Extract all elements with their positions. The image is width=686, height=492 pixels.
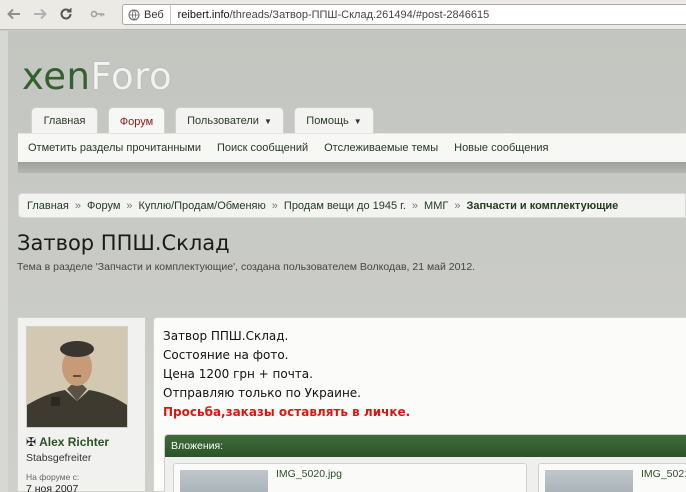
user-title: Stabsgefreiter [26, 452, 92, 464]
attachment-thumbnail[interactable] [180, 470, 268, 492]
tab-label: Пользователи [187, 115, 259, 127]
breadcrumb-separator: » [454, 199, 461, 212]
tab-help[interactable]: Помощь ▼ [294, 107, 374, 134]
url-text[interactable]: reibert.info/threads/Затвор-ППШ-Склад.26… [171, 9, 490, 21]
browser-toolbar: Веб reibert.info/threads/Затвор-ППШ-Скла… [0, 0, 686, 30]
username[interactable]: ✠ Alex Richter [26, 435, 109, 449]
url-path: /threads/Затвор-ППШ-Склад.261494/#post-2… [229, 8, 490, 21]
site-chip-label: Веб [144, 8, 164, 21]
tab-users[interactable]: Пользователи ▼ [175, 107, 284, 134]
key-button[interactable] [86, 5, 110, 23]
breadcrumb-item[interactable]: Форум [87, 200, 120, 212]
reload-icon [60, 8, 72, 20]
chevron-down-icon: ▼ [263, 116, 272, 126]
message-line: Отправляю только по Украине. [163, 386, 361, 400]
attachments-block: Вложения: IMG_5020.jpg IMG_5021 [164, 434, 686, 492]
subnav-new-posts[interactable]: Новые сообщения [454, 142, 548, 154]
join-date-label: На форуме с: [26, 472, 80, 482]
tab-label: Главная [43, 115, 86, 127]
tab-forum[interactable]: Форум [108, 107, 165, 136]
join-date: 7 ноя 2007 [26, 483, 79, 492]
message-line: Состояние на фото. [163, 348, 289, 362]
breadcrumb-item[interactable]: Главная [27, 200, 69, 212]
message-text: Затвор ППШ.Склад. Состояние на фото. Цен… [163, 327, 410, 422]
tab-label: Помощь [306, 115, 349, 127]
breadcrumb-separator: » [126, 199, 133, 212]
attachments-header: Вложения: [165, 435, 686, 457]
breadcrumb-item[interactable]: Продам вещи до 1945 г. [284, 200, 406, 212]
username-text: Alex Richter [39, 435, 110, 449]
breadcrumb-item[interactable]: ММГ [424, 200, 448, 212]
breadcrumb: Главная » Форум » Куплю/Продам/Обменяю » Пр… [18, 193, 686, 218]
attachment-filename[interactable]: IMG_5020.jpg [276, 468, 342, 480]
attachment-item[interactable]: IMG_5021 [538, 463, 686, 492]
message-highlight: Просьба,заказы оставлять в личке. [163, 405, 411, 419]
arrow-right-icon [34, 8, 47, 20]
subnav-watched-threads[interactable]: Отслеживаемые темы [324, 142, 438, 154]
site-logo[interactable]: xenForo [22, 55, 172, 98]
chevron-down-icon: ▼ [353, 116, 362, 126]
logo-part-foro: Foro [90, 55, 173, 98]
page-left-edge [0, 31, 8, 492]
iron-cross-icon: ✠ [26, 435, 37, 449]
message-line: Цена 1200 грн + почта. [163, 367, 313, 381]
breadcrumb-separator: » [74, 199, 81, 212]
reload-button[interactable] [56, 5, 76, 23]
avatar-photo [27, 327, 127, 427]
attachment-thumbnail[interactable] [545, 470, 633, 492]
attachment-filename[interactable]: IMG_5021 [641, 468, 686, 480]
message-user-info: ✠ Alex Richter Stabsgefreiter На форуме с… [17, 317, 145, 492]
tab-label: Форум [119, 116, 154, 128]
tab-home[interactable]: Главная [31, 107, 98, 134]
subnav-search-posts[interactable]: Поиск сообщений [217, 142, 308, 154]
web-page: xenForo Главная Форум Пользователи ▼ Помо… [0, 31, 686, 492]
key-icon [90, 10, 105, 18]
attachment-item[interactable]: IMG_5020.jpg [173, 463, 527, 492]
breadcrumb-separator: » [411, 199, 419, 212]
breadcrumb-separator: » [271, 199, 278, 212]
globe-icon [128, 9, 140, 20]
page-title: Затвор ППШ.Склад [17, 231, 230, 255]
avatar[interactable] [26, 326, 128, 428]
forum-subnav: Отметить разделы прочитанными Поиск сооб… [18, 133, 686, 162]
message-line: Затвор ППШ.Склад. [163, 329, 289, 343]
site-info-chip[interactable]: Веб [123, 5, 171, 24]
header-divider-band [18, 162, 686, 173]
url-host: reibert.info [177, 8, 230, 21]
back-button[interactable] [4, 5, 24, 23]
message-content: Затвор ППШ.Склад. Состояние на фото. Цен… [153, 317, 686, 492]
breadcrumb-current[interactable]: Запчасти и комплектующие [466, 200, 618, 212]
arrow-left-icon [7, 8, 20, 20]
forward-button[interactable] [30, 5, 50, 23]
subnav-mark-read[interactable]: Отметить разделы прочитанными [28, 142, 201, 154]
logo-part-xen: xen [22, 55, 91, 98]
address-bar[interactable]: Веб reibert.info/threads/Затвор-ППШ-Скла… [122, 4, 686, 25]
thread-description: Тема в разделе 'Запчасти и комплектующие… [17, 261, 476, 273]
breadcrumb-item[interactable]: Куплю/Продам/Обменяю [139, 200, 266, 212]
